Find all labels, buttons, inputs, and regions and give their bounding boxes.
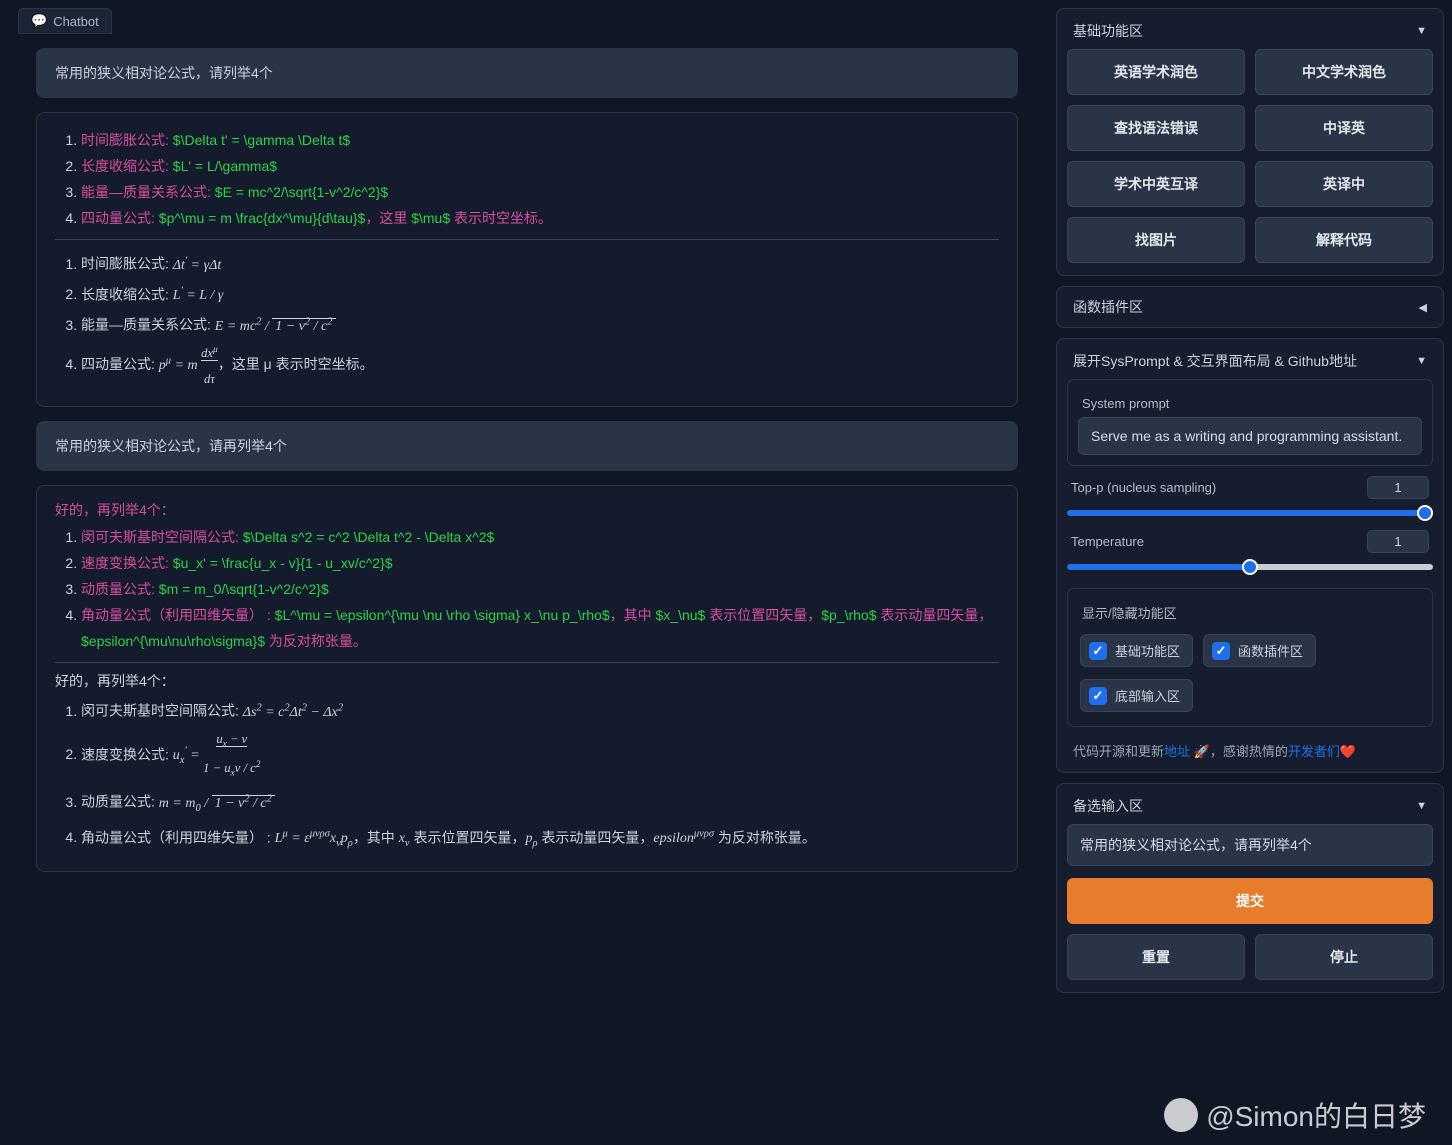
credits-text: 代码开源和更新地址 🚀，感谢热情的开发者们❤️ (1067, 737, 1433, 760)
raw-latex-list: 时间膨胀公式: $\Delta t' = \gamma \Delta t$ 长度… (55, 127, 999, 231)
btn-explain-code[interactable]: 解释代码 (1255, 217, 1433, 263)
chk-plugin-area[interactable]: ✓函数插件区 (1203, 634, 1316, 667)
repo-link[interactable]: 地址 (1164, 744, 1190, 759)
chk-basic-area[interactable]: ✓基础功能区 (1080, 634, 1193, 667)
advanced-panel-header[interactable]: 展开SysPrompt & 交互界面布局 & Github地址 ▼ (1067, 347, 1433, 379)
chat-icon: 💬 (31, 13, 47, 29)
system-prompt-input[interactable]: Serve me as a writing and programming as… (1078, 417, 1422, 455)
alt-input-panel: 备选输入区 ▼ 常用的狭义相对论公式，请再列举4个 提交 重置 停止 (1056, 783, 1444, 993)
rendered-math-list: 闵可夫斯基时空间隔公式: Δs2 = c2Δt2 − Δx2 速度变换公式: u… (55, 695, 999, 857)
top-p-slider[interactable] (1067, 510, 1433, 516)
tab-bar: 💬 Chatbot (8, 8, 1046, 34)
alt-input-header[interactable]: 备选输入区 ▼ (1067, 792, 1433, 824)
user-message: 常用的狭义相对论公式，请列举4个 (36, 48, 1018, 98)
basic-functions-header[interactable]: 基础功能区 ▼ (1067, 17, 1433, 49)
user-message: 常用的狭义相对论公式，请再列举4个 (36, 421, 1018, 471)
temperature-value[interactable]: 1 (1367, 530, 1429, 553)
btn-english-polish[interactable]: 英语学术润色 (1067, 49, 1245, 95)
system-prompt-box: System prompt Serve me as a writing and … (1067, 379, 1433, 466)
tab-chatbot[interactable]: 💬 Chatbot (18, 8, 112, 34)
chevron-down-icon: ▼ (1416, 355, 1427, 367)
system-prompt-label: System prompt (1078, 390, 1422, 417)
contributors-link[interactable]: 开发者们 (1288, 744, 1340, 759)
checkbox-checked-icon: ✓ (1212, 642, 1230, 660)
rendered-math-list: 时间膨胀公式: Δt' = γΔt 长度收缩公式: L' = L / γ 能量—… (55, 248, 999, 392)
btn-chinese-polish[interactable]: 中文学术润色 (1255, 49, 1433, 95)
btn-en-to-zh[interactable]: 英译中 (1255, 161, 1433, 207)
divider (55, 239, 999, 240)
temperature-slider[interactable] (1067, 564, 1433, 570)
basic-functions-panel: 基础功能区 ▼ 英语学术润色 中文学术润色 查找语法错误 中译英 学术中英互译 … (1056, 8, 1444, 276)
tab-label: Chatbot (53, 14, 99, 29)
stop-button[interactable]: 停止 (1255, 934, 1433, 980)
btn-grammar-check[interactable]: 查找语法错误 (1067, 105, 1245, 151)
chevron-down-icon: ▼ (1416, 800, 1427, 812)
heart-icon: ❤️ (1340, 744, 1356, 759)
submit-button[interactable]: 提交 (1067, 878, 1433, 924)
user-text: 常用的狭义相对论公式，请再列举4个 (55, 438, 287, 454)
checkbox-checked-icon: ✓ (1089, 642, 1107, 660)
reset-button[interactable]: 重置 (1067, 934, 1245, 980)
assistant-message: 好的，再列举4个： 闵可夫斯基时空间隔公式: $\Delta s^2 = c^2… (36, 485, 1018, 872)
rocket-icon: 🚀 (1194, 744, 1210, 759)
alt-input-field[interactable]: 常用的狭义相对论公式，请再列举4个 (1067, 824, 1433, 866)
chevron-left-icon: ◀ (1419, 301, 1427, 314)
chevron-down-icon: ▼ (1416, 25, 1427, 37)
top-p-value[interactable]: 1 (1367, 476, 1429, 499)
advanced-panel: 展开SysPrompt & 交互界面布局 & Github地址 ▼ System… (1056, 338, 1444, 773)
temperature-label: Temperature (1071, 534, 1357, 549)
btn-academic-translate[interactable]: 学术中英互译 (1067, 161, 1245, 207)
top-p-label: Top-p (nucleus sampling) (1071, 480, 1357, 495)
raw-latex-list: 闵可夫斯基时空间隔公式: $\Delta s^2 = c^2 \Delta t^… (55, 524, 999, 654)
plugin-panel: 函数插件区 ◀ (1056, 286, 1444, 328)
assistant-message: 时间膨胀公式: $\Delta t' = \gamma \Delta t$ 长度… (36, 112, 1018, 407)
btn-zh-to-en[interactable]: 中译英 (1255, 105, 1433, 151)
divider (55, 662, 999, 663)
user-text: 常用的狭义相对论公式，请列举4个 (55, 65, 273, 81)
checkbox-checked-icon: ✓ (1089, 687, 1107, 705)
chat-area: 常用的狭义相对论公式，请列举4个 时间膨胀公式: $\Delta t' = \g… (8, 40, 1046, 1137)
plugin-panel-header[interactable]: 函数插件区 ◀ (1067, 295, 1433, 319)
btn-find-image[interactable]: 找图片 (1067, 217, 1245, 263)
chk-bottom-input[interactable]: ✓底部输入区 (1080, 679, 1193, 712)
toggle-visibility-box: 显示/隐藏功能区 ✓基础功能区 ✓函数插件区 ✓底部输入区 (1067, 588, 1433, 727)
toggle-header: 显示/隐藏功能区 (1078, 597, 1422, 628)
